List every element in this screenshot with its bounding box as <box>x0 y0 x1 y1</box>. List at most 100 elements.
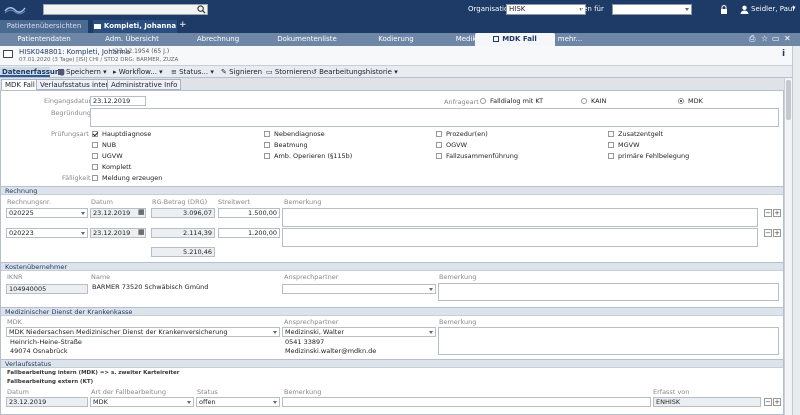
pruefungsart-checkbox-ogvw[interactable] <box>436 142 442 148</box>
status-button[interactable]: ≡ Status... ▾ <box>171 67 214 77</box>
pruefungsart-checkbox-prozeduren[interactable] <box>436 131 442 137</box>
bemerkung-textarea-2[interactable] <box>282 228 758 247</box>
add-row-button-2[interactable]: + <box>773 229 781 237</box>
pruefungsart-fallzusammenfuehrung: Fallzusammenführung <box>446 152 518 160</box>
subtab-bar: MDK Fall Verlaufsstatus intern Administr… <box>0 78 800 90</box>
kosten-bemerkung-textarea[interactable] <box>438 283 779 301</box>
subtab-administrative-info[interactable]: Administrative Info <box>107 79 182 90</box>
pruefungsart-checkbox-nebendiagnose[interactable] <box>264 131 270 137</box>
close-icon[interactable]: ✕ <box>784 34 791 43</box>
pruefungsart-checkbox-ugvw[interactable] <box>92 153 98 159</box>
nav-mdk-fall-label: MDK Fall <box>502 35 537 43</box>
remove-row-button-1[interactable]: − <box>764 209 772 217</box>
verlauf-remove-button[interactable]: − <box>764 398 772 406</box>
arbeiten-fuer-select[interactable] <box>612 4 692 15</box>
app-logo-icon <box>4 7 26 15</box>
pruefungsart-ogvw: OGVW <box>446 141 468 149</box>
pruefungsart-checkbox-mgvw[interactable] <box>608 142 614 148</box>
mdk-select[interactable]: MDK Niedersachsen Medizinischer Dienst d… <box>6 327 280 337</box>
pruefungsart-checkbox-amb-operieren[interactable] <box>264 153 270 159</box>
speichern-button[interactable]: Speichern ▾ <box>58 67 107 77</box>
pruefungsart-checkbox-zusatzentgelt[interactable] <box>608 131 614 137</box>
anfrageart-radio-mdk[interactable] <box>678 98 684 104</box>
calendar-icon[interactable]: ▦ <box>138 208 145 216</box>
historie-label: Bearbeitungshistorie <box>319 68 392 76</box>
col-rechnungsnr: Rechnungsnr. <box>7 198 52 206</box>
pruefungsart-checkbox-hauptdiagnose[interactable] <box>92 131 98 137</box>
col-bemerkung: Bemerkung <box>284 198 322 206</box>
pruefungsart-mgvw: MGVW <box>618 141 640 149</box>
pruefungsart-checkbox-fallzusammenfuehrung[interactable] <box>436 153 442 159</box>
rechnungsnr-select-2[interactable]: 020223 <box>6 228 88 238</box>
user-menu-chevron-icon[interactable]: ▾ <box>792 4 796 12</box>
mdk-bemerkung-textarea[interactable] <box>438 327 779 355</box>
scrollbar-thumb[interactable] <box>786 80 791 120</box>
cancel-doc-icon: ▭ <box>266 68 273 76</box>
nav-abrechnung[interactable]: Abrechnung <box>176 33 260 46</box>
bearbeitungshistorie-button[interactable]: ↺ Bearbeitungshistorie ▾ <box>311 67 398 77</box>
mdk-fall-icon <box>493 36 500 42</box>
section-mdk: Medizinischer Dienst der Krankenkasse <box>1 307 783 316</box>
patient-birthdate: *23.12.1954 (65 J.) <box>112 48 170 55</box>
save-icon <box>58 69 64 75</box>
workflow-button[interactable]: ▸ Workflow... ▾ <box>113 67 163 77</box>
nav-adm-uebersicht[interactable]: Adm. Übersicht <box>90 33 174 46</box>
pruefungsart-checkbox-primaere-fehlbelegung[interactable] <box>608 153 614 159</box>
col-art-fallbearbeitung: Art der Fallbearbeitung <box>91 388 166 396</box>
verlauf-add-button[interactable]: + <box>773 398 781 406</box>
pruefungsart-checkbox-komplett[interactable] <box>92 164 98 170</box>
signieren-button[interactable]: ✎ Signieren <box>221 67 262 77</box>
calendar-icon[interactable]: ▦ <box>138 228 145 236</box>
add-row-button-1[interactable]: + <box>773 209 781 217</box>
verlauf-datum-field[interactable]: 23.12.2019 <box>6 397 88 407</box>
mdk-ansprechpartner-select[interactable]: Medizinski, Walter <box>282 327 436 337</box>
eingangsdatum-field[interactable]: 23.12.2019 <box>90 96 146 106</box>
art-fallbearbeitung-select[interactable]: MDK <box>90 397 194 407</box>
meldung-erzeugen-checkbox[interactable] <box>92 175 98 181</box>
tab-patient-kompleti[interactable]: Kompleti, Johanna <box>93 20 177 33</box>
window-icon[interactable]: ▭ <box>772 34 780 43</box>
subtab-verlaufsstatus-intern[interactable]: Verlaufsstatus intern <box>36 79 117 90</box>
nav-dokumentenliste[interactable]: Dokumentenliste <box>262 33 352 46</box>
kostentraeger-name: BARMER 73520 Schwäbisch Gmünd <box>92 283 209 291</box>
verlauf-bemerkung-field[interactable] <box>282 397 651 407</box>
anfrageart-radio-falldialog[interactable] <box>480 98 486 104</box>
anfrageart-radio-kain[interactable] <box>581 98 587 104</box>
print-icon[interactable]: ⎙ <box>749 34 755 44</box>
col-erfasst-von: Erfasst von <box>653 388 690 396</box>
verlauf-status-select[interactable]: offen <box>196 397 280 407</box>
add-tab-button[interactable]: + <box>179 20 187 30</box>
pruefungsart-checkbox-nub[interactable] <box>92 142 98 148</box>
kosten-ansprechpartner-select[interactable] <box>282 284 436 294</box>
subtab-mdk-fall[interactable]: MDK Fall <box>1 79 39 90</box>
search-icon[interactable] <box>197 5 206 14</box>
workflow-label: Workflow... <box>118 68 157 76</box>
mdk-email: Medizinski.walter@mdkn.de <box>285 347 377 355</box>
remove-row-button-2[interactable]: − <box>764 229 772 237</box>
nav-kodierung[interactable]: Kodierung <box>354 33 438 46</box>
form-scrollbar[interactable] <box>784 78 792 415</box>
info-icon[interactable]: i <box>782 49 785 59</box>
begruendung-textarea[interactable] <box>90 108 779 127</box>
bemerkung-textarea-1[interactable] <box>282 208 758 227</box>
section-verlaufsstatus: Verlaufsstatus <box>1 359 783 368</box>
anfrageart-label: Anfrageart <box>444 98 479 106</box>
user-name[interactable]: Seidler, Paul <box>751 5 794 13</box>
pruefungsart-checkbox-beatmung[interactable] <box>264 142 270 148</box>
rechnungsnr-select-1[interactable]: 020225 <box>6 208 88 218</box>
stornieren-button[interactable]: ▭ Stornieren <box>266 67 311 77</box>
lock-icon[interactable] <box>720 5 728 14</box>
streitwert-1[interactable]: 1.500,00 <box>218 208 280 218</box>
nav-mdk-fall[interactable]: MDK Fall <box>475 33 555 46</box>
tab-patientenuebersichten[interactable]: Patientenübersichten <box>0 20 88 33</box>
datenerfassung-button[interactable]: Datenerfassung <box>0 67 65 77</box>
nav-patientendaten[interactable]: Patientendaten <box>2 33 86 46</box>
streitwert-2[interactable]: 1.200,00 <box>218 228 280 238</box>
search-input[interactable] <box>43 4 208 15</box>
right-side-panel-rail[interactable] <box>792 46 800 415</box>
nav-mehr[interactable]: mehr... <box>555 33 585 46</box>
col-mdk: MDK <box>7 318 22 326</box>
star-icon[interactable]: ☆ <box>761 34 768 43</box>
patient-folder-icon <box>3 50 13 58</box>
col-rg-betrag: RG-Betrag (DRG) <box>152 198 208 206</box>
